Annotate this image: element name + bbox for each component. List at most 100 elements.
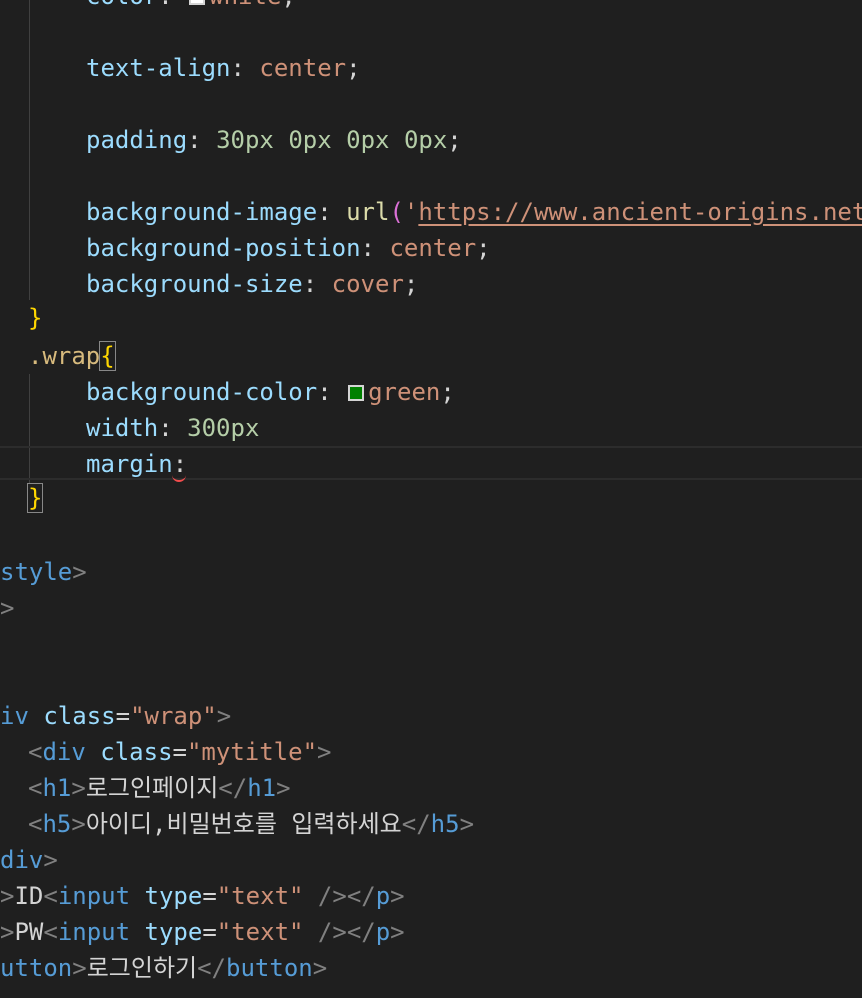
css-number: 300px: [187, 414, 260, 442]
html-text: 아이디,비밀번호를 입력하세요: [85, 810, 402, 838]
code-line-padding[interactable]: padding: 30px 0px 0px 0px;: [86, 122, 462, 158]
url-link[interactable]: https://www.ancient-origins.net: [418, 198, 862, 226]
brace-match: }: [26, 483, 44, 513]
html-tag: p: [375, 882, 391, 910]
html-tag: style: [0, 558, 73, 586]
html-tag: h1: [247, 774, 277, 802]
bracket: /></: [303, 918, 376, 946]
indent-guide: [29, 0, 30, 300]
code-line-color[interactable]: color: white;: [86, 0, 296, 14]
bracket: <: [43, 918, 58, 946]
html-tag: input: [57, 882, 131, 910]
color-swatch-white-icon[interactable]: [189, 0, 206, 5]
code-line-close-brace[interactable]: }: [28, 300, 42, 336]
css-property: text-align: [86, 54, 231, 82]
code-line-h1[interactable]: <h1>로그인페이지</h1>: [28, 770, 291, 806]
code-line-text-align[interactable]: text-align: center;: [86, 50, 361, 86]
css-number: 30px: [216, 126, 274, 154]
bracket: <: [28, 810, 43, 838]
brace: }: [28, 304, 43, 332]
html-tag: h5: [42, 810, 72, 838]
bracket: >: [43, 846, 58, 874]
code-line-style-close[interactable]: style>: [0, 554, 87, 590]
code-line-background-color[interactable]: background-color: green;: [86, 374, 455, 410]
paren: (: [389, 198, 404, 226]
css-value: cover: [331, 270, 404, 298]
code-editor[interactable]: color: white; text-align: center; paddin…: [0, 0, 862, 998]
color-swatch-green-icon[interactable]: [348, 385, 365, 401]
html-tag: input: [57, 918, 131, 946]
css-function: url: [346, 198, 390, 226]
bracket: >: [0, 918, 15, 946]
code-line-wrap-selector[interactable]: .wrap{: [28, 338, 116, 374]
bracket: <: [28, 774, 43, 802]
bracket: /></: [303, 882, 376, 910]
punctuation: ;: [403, 270, 419, 298]
html-string: "mytitle": [186, 738, 318, 766]
css-value: center: [259, 54, 347, 82]
html-tag: div: [0, 846, 44, 874]
punctuation: ;: [281, 0, 295, 10]
code-line-div-mytitle[interactable]: <div class="mytitle">: [28, 734, 331, 770]
brace-match: {: [99, 341, 116, 371]
html-text: 로그인하기: [86, 954, 198, 982]
html-tag: h1: [42, 774, 72, 802]
punctuation: ;: [440, 378, 455, 406]
code-line-background-position[interactable]: background-position: center;: [86, 230, 491, 266]
punctuation: =: [115, 702, 131, 730]
css-number: 0px: [403, 126, 448, 154]
punctuation: ;: [346, 54, 361, 82]
code-line-background-image[interactable]: background-image: url('https://www.ancie…: [86, 194, 862, 230]
bracket: </: [401, 810, 431, 838]
code-line-div-wrap[interactable]: iv class="wrap">: [0, 698, 231, 734]
css-property: width: [86, 414, 159, 442]
punctuation: :: [230, 54, 260, 82]
css-value: white: [209, 0, 281, 10]
html-tag: h5: [430, 810, 460, 838]
code-line-gt[interactable]: >: [0, 590, 14, 626]
bracket: >: [0, 594, 15, 622]
code-line-h5[interactable]: <h5>아이디,비밀번호를 입력하세요</h5>: [28, 806, 474, 842]
code-line-close-brace[interactable]: }: [26, 480, 44, 516]
bracket: </: [218, 774, 248, 802]
code-line-button[interactable]: utton>로그인하기</button>: [0, 950, 327, 986]
code-line-background-size[interactable]: background-size: cover;: [86, 266, 418, 302]
html-tag: button: [226, 954, 313, 982]
bracket: >: [72, 954, 87, 982]
css-value: center: [389, 234, 477, 262]
bracket: >: [312, 954, 328, 982]
punctuation: =: [172, 738, 187, 766]
css-number: 0px: [346, 126, 390, 154]
punctuation: ;: [447, 126, 462, 154]
css-property: color: [86, 0, 158, 10]
html-attribute: type: [144, 918, 203, 946]
bracket: >: [0, 882, 15, 910]
punctuation: ;: [476, 234, 491, 262]
html-attribute: class: [100, 738, 173, 766]
punctuation: :: [158, 414, 188, 442]
bracket: <: [43, 882, 58, 910]
css-property: background-image: [86, 198, 318, 226]
punctuation: :: [302, 270, 332, 298]
html-tag: div: [42, 738, 86, 766]
bracket: >: [216, 702, 232, 730]
css-property: margin: [86, 450, 173, 478]
html-tag: iv: [0, 702, 29, 730]
bracket: >: [71, 774, 86, 802]
bracket: </: [197, 954, 227, 982]
bracket: >: [72, 558, 87, 586]
punctuation: =: [202, 882, 217, 910]
code-line-width[interactable]: width: 300px: [86, 410, 259, 446]
code-line-div-close[interactable]: div>: [0, 842, 58, 878]
html-string: "wrap": [130, 702, 217, 730]
code-line-p-pw[interactable]: >PW<input type="text" /></p>: [0, 914, 405, 950]
css-property: background-position: [86, 234, 361, 262]
html-text: ID: [14, 882, 44, 910]
code-line-p-id[interactable]: >ID<input type="text" /></p>: [0, 878, 405, 914]
css-property: background-size: [86, 270, 303, 298]
bracket: <: [28, 738, 43, 766]
punctuation: =: [202, 918, 217, 946]
punctuation: :: [317, 198, 347, 226]
css-property: padding: [86, 126, 188, 154]
css-selector: .wrap: [28, 342, 101, 370]
